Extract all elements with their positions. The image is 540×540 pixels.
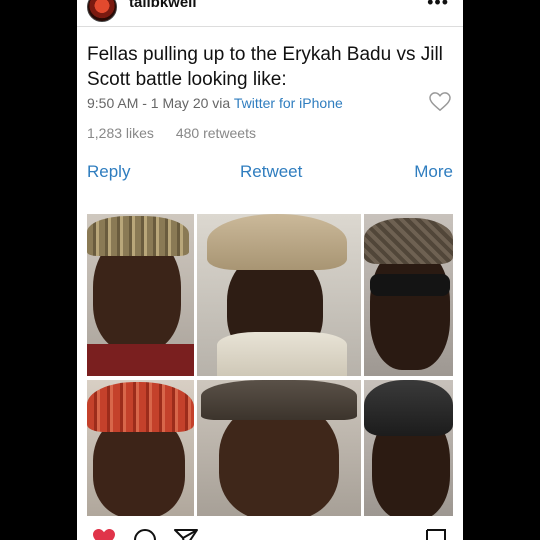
tweet-text: Fellas pulling up to the Erykah Badu vs … xyxy=(87,44,443,90)
more-button[interactable]: More xyxy=(414,162,453,182)
photo-man-flat-cap-1 xyxy=(87,214,194,376)
username[interactable]: talibkweli xyxy=(129,0,197,11)
tweet-actions: Reply Retweet More xyxy=(87,162,453,184)
photo-collage[interactable] xyxy=(87,214,453,516)
more-dots-icon[interactable]: ••• xyxy=(427,0,449,13)
like-heart-icon[interactable] xyxy=(429,92,451,112)
retweet-button[interactable]: Retweet xyxy=(240,162,302,182)
post-action-bar xyxy=(77,518,463,540)
photo-man-beanie-scarf xyxy=(197,214,361,376)
tweet-time: 9:50 AM - 1 May 20 via xyxy=(87,95,234,111)
reply-button[interactable]: Reply xyxy=(87,162,130,182)
heart-icon[interactable] xyxy=(91,528,117,540)
tweet-stats: 1,283 likes 480 retweets xyxy=(87,125,274,141)
photo-man-dark-cap xyxy=(364,380,453,516)
header-divider xyxy=(77,26,463,27)
photo-man-cap-sunglasses xyxy=(364,214,453,376)
avatar[interactable] xyxy=(87,0,117,22)
bookmark-icon[interactable] xyxy=(425,528,447,540)
retweets-count: 480 retweets xyxy=(175,125,256,141)
comment-icon[interactable] xyxy=(133,528,157,540)
via-link[interactable]: Twitter for iPhone xyxy=(234,95,343,111)
photo-man-newsboy-cap xyxy=(197,380,361,516)
instagram-post: talibkweli ••• Fellas pulling up to the … xyxy=(77,0,463,540)
post-header: talibkweli ••• xyxy=(77,0,463,26)
photo-man-red-cap xyxy=(87,380,194,516)
likes-count: 1,283 likes xyxy=(87,125,154,141)
tweet-meta: 9:50 AM - 1 May 20 via Twitter for iPhon… xyxy=(87,95,343,111)
share-icon[interactable] xyxy=(173,528,199,540)
